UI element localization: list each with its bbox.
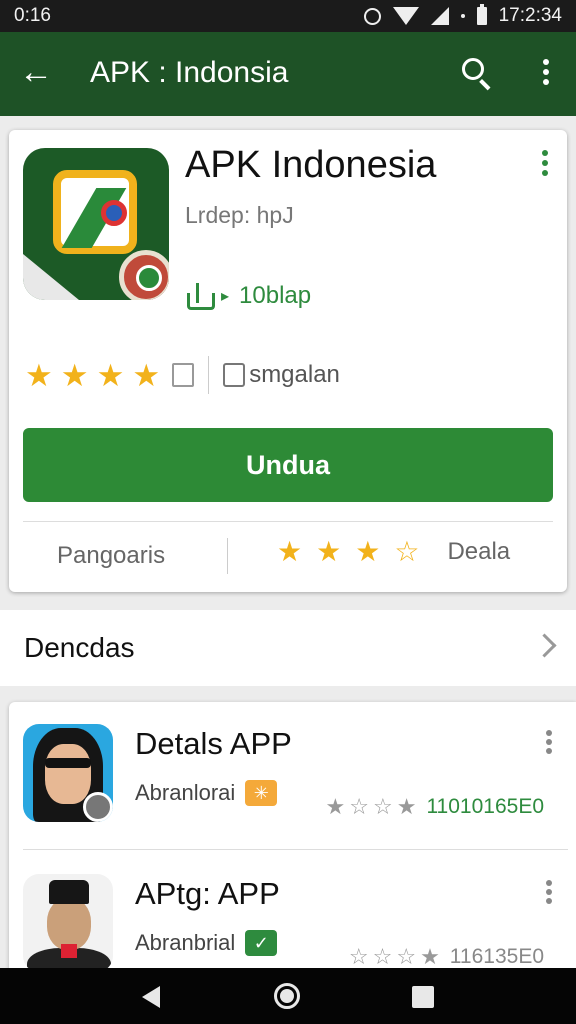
app-bar: ← APK : Indonsia (0, 32, 576, 116)
thumb-icon (172, 363, 195, 387)
reviews-link[interactable]: Pangoaris (57, 542, 165, 570)
status-clock: 17:2:34 (498, 5, 562, 26)
star-outline-icon: ☆ (349, 794, 369, 819)
star-outline-icon: ☆ (372, 794, 393, 819)
star-icon: ★ (396, 794, 417, 819)
category-label[interactable]: smgalan (249, 361, 340, 389)
star-icon: ★ (96, 357, 125, 393)
card-more-icon[interactable] (537, 150, 553, 182)
more-vert-icon[interactable] (544, 880, 554, 908)
more-vert-icon[interactable] (536, 56, 556, 92)
star-icon: ★ (60, 357, 89, 393)
chevron-right-icon[interactable] (536, 632, 554, 662)
back-arrow-icon[interactable]: ← (14, 52, 58, 96)
divider (23, 521, 553, 522)
item-title: APtg: APP (135, 876, 280, 911)
item-rating: ★ ☆ ☆ ★ 11010165E0 (326, 794, 545, 820)
alarm-icon (363, 7, 381, 25)
search-icon[interactable] (458, 54, 498, 94)
item-developer: Abranbrial (135, 930, 236, 955)
battery-icon (476, 4, 487, 25)
dot-icon (460, 14, 465, 18)
check-icon: ✓ (245, 930, 278, 956)
more-vert-icon[interactable] (544, 730, 554, 758)
nav-bar (0, 968, 576, 1024)
item-title: Detals APP (135, 726, 292, 761)
app-detail-card: APK Indonesia Lrdep: hpJ ▸ 10blap ★ ★ ★ … (9, 130, 567, 592)
section-title: Dencdas (24, 632, 135, 663)
category-icon (223, 363, 246, 387)
nav-home-icon[interactable] (274, 983, 300, 1009)
star-outline-icon: ☆ (348, 944, 369, 969)
status-time: 0:16 (14, 5, 51, 26)
rate-label[interactable]: Deala (447, 538, 510, 566)
badge-icon: ✳ (245, 780, 278, 806)
item-count: 11010165E0 (426, 795, 544, 818)
rating-row: ★ ★ ★ ★ smgalan (25, 356, 340, 394)
app-list: Detals APP Abranlorai ✳ ★ ☆ ☆ ★ 11010165… (9, 702, 576, 982)
star-icon[interactable]: ★ (316, 538, 341, 566)
list-item[interactable]: Detals APP Abranlorai ✳ ★ ☆ ☆ ★ 11010165… (9, 702, 576, 852)
star-icon: ★ (325, 794, 346, 819)
signal-icon (430, 7, 449, 25)
item-developer: Abranlorai (135, 780, 236, 805)
rate-app[interactable]: ★ ★ ★ ☆ Deala (277, 538, 510, 566)
wifi-icon (392, 7, 419, 25)
star-icon[interactable]: ★ (277, 538, 302, 566)
star-icon: ★ (132, 357, 161, 393)
divider (23, 849, 568, 850)
item-rating: ☆ ☆ ☆ ★ 116135E0 (349, 944, 544, 970)
item-count: 116135E0 (449, 945, 544, 968)
developer-name[interactable]: Lrdep: hpJ (185, 202, 294, 229)
star-outline-icon[interactable]: ☆ (394, 538, 419, 566)
nav-back-icon[interactable] (142, 986, 160, 1008)
avatar (23, 874, 113, 972)
section-header[interactable]: Dencdas (0, 610, 576, 686)
star-icon: ★ (25, 357, 53, 393)
divider (208, 356, 210, 394)
item-subtitle: Abranbrial ✓ (135, 930, 278, 956)
download-count-label: 10blap (239, 282, 312, 309)
star-icon: ★ (420, 944, 440, 969)
app-icon (23, 148, 169, 300)
page-title: APK : Indonsia (90, 56, 289, 89)
star-outline-icon: ☆ (372, 944, 393, 969)
download-icon (185, 283, 215, 310)
item-subtitle: Abranlorai ✳ (135, 780, 278, 806)
status-bar: 0:16 17:2:34 (0, 0, 576, 32)
star-outline-icon: ☆ (396, 944, 417, 969)
arrow-right-icon: ▸ (221, 288, 230, 305)
status-icons: 17:2:34 (363, 4, 562, 27)
install-button[interactable]: Undua (23, 428, 553, 502)
avatar (23, 724, 113, 822)
divider (227, 538, 228, 574)
nav-recents-icon[interactable] (412, 986, 434, 1008)
app-title: APK Indonesia (185, 144, 437, 186)
star-icon[interactable]: ★ (355, 538, 380, 566)
download-count: ▸ 10blap (185, 282, 311, 310)
